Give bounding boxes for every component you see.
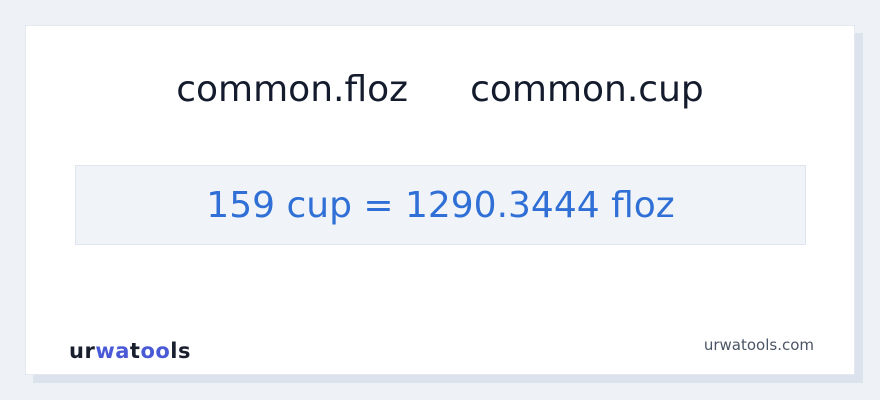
unit-pair-heading: common.floz common.cup [26,68,854,112]
conversion-result-text: 159 cup = 1290.3444 floz [206,184,675,226]
logo-text-accent: oo [140,339,171,363]
unit-to-label: common.cup [470,69,704,110]
logo-text-accent: wa [95,339,130,363]
converter-card: common.floz common.cup 159 cup = 1290.34… [25,25,855,375]
unit-from-label: common.floz [176,69,409,110]
site-domain: urwatools.com [703,336,814,354]
urwatools-logo: ur wa t oo ls [69,339,191,363]
logo-text-part: t [129,339,141,363]
logo-text-part: ls [170,339,191,363]
conversion-result-box: 159 cup = 1290.3444 floz [75,165,806,245]
logo-text-part: ur [69,339,96,363]
